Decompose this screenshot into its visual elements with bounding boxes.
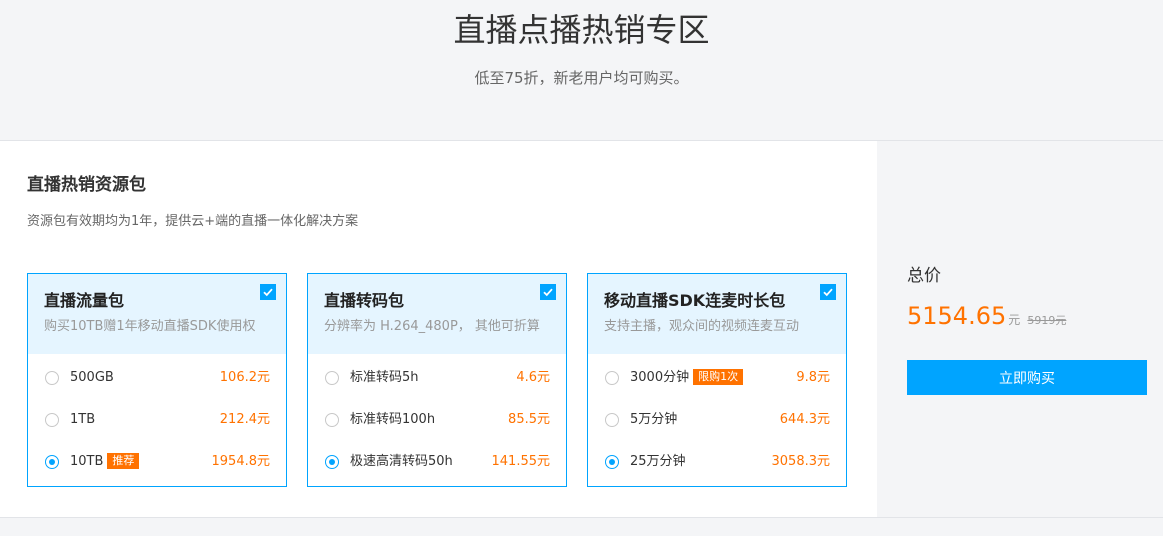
option-label: 3000分钟 限购1次 — [630, 369, 744, 387]
hero-banner: 直播点播热销专区 低至75折，新老用户均可购买。 — [0, 0, 1163, 141]
option-row[interactable]: 10TB 推荐 1954.8元 — [28, 447, 286, 477]
option-row[interactable]: 25万分钟 3058.3元 — [588, 447, 846, 477]
radio-button-selected[interactable] — [325, 455, 339, 469]
card-checkbox[interactable] — [820, 284, 836, 300]
option-label: 标准转码100h — [350, 412, 436, 427]
option-label: 500GB — [70, 370, 114, 385]
total-price: 5154.65 — [907, 302, 1007, 330]
radio-button[interactable] — [605, 371, 619, 385]
radio-button-selected[interactable] — [605, 455, 619, 469]
card-description: 支持主播，观众间的视频连麦互动 — [604, 319, 800, 334]
option-price: 4.6元 — [516, 370, 550, 385]
checkmark-icon — [263, 288, 273, 297]
card-description: 购买10TB赠1年移动直播SDK使用权 — [44, 319, 256, 334]
total-label: 总价 — [907, 266, 941, 286]
option-price: 106.2元 — [219, 370, 270, 385]
option-label: 25万分钟 — [630, 454, 686, 469]
option-price: 141.55元 — [491, 454, 551, 469]
option-price: 644.3元 — [779, 412, 830, 427]
card-header: 直播流量包 购买10TB赠1年移动直播SDK使用权 — [28, 274, 286, 354]
section-title: 直播热销资源包 — [27, 175, 146, 195]
total-price-row: 5154.65 元 5919元 — [907, 301, 1066, 331]
buy-now-button[interactable]: 立即购买 — [907, 360, 1147, 395]
card-checkbox[interactable] — [260, 284, 276, 300]
page-subtitle: 低至75折，新老用户均可购买。 — [474, 69, 689, 87]
option-row[interactable]: 5万分钟 644.3元 — [588, 405, 846, 435]
divider — [0, 517, 1163, 518]
checkmark-icon — [543, 288, 553, 297]
option-row[interactable]: 1TB 212.4元 — [28, 405, 286, 435]
card-title: 移动直播SDK连麦时长包 — [604, 291, 786, 310]
card-header: 直播转码包 分辨率为 H.264_480P， 其他可折算 — [308, 274, 566, 354]
option-price: 85.5元 — [508, 412, 550, 427]
option-label: 标准转码5h — [350, 370, 419, 385]
option-label: 10TB 推荐 — [70, 453, 140, 471]
option-row[interactable]: 标准转码5h 4.6元 — [308, 363, 566, 393]
option-label: 极速高清转码50h — [350, 454, 453, 469]
order-summary: 总价 5154.65 元 5919元 立即购买 — [877, 141, 1163, 517]
option-price: 1954.8元 — [211, 454, 271, 469]
option-price: 3058.3元 — [771, 454, 831, 469]
package-card-sdk[interactable]: 移动直播SDK连麦时长包 支持主播，观众间的视频连麦互动 3000分钟 限购1次 … — [587, 273, 847, 487]
package-card-traffic[interactable]: 直播流量包 购买10TB赠1年移动直播SDK使用权 500GB 106.2元 1… — [27, 273, 287, 487]
limit-badge: 限购1次 — [693, 369, 744, 385]
option-row[interactable]: 3000分钟 限购1次 9.8元 — [588, 363, 846, 393]
checkmark-icon — [823, 288, 833, 297]
card-header: 移动直播SDK连麦时长包 支持主播，观众间的视频连麦互动 — [588, 274, 846, 354]
package-card-transcode[interactable]: 直播转码包 分辨率为 H.264_480P， 其他可折算 标准转码5h 4.6元… — [307, 273, 567, 487]
option-label: 1TB — [70, 412, 96, 427]
card-title: 直播转码包 — [324, 291, 405, 310]
card-description: 分辨率为 H.264_480P， 其他可折算 — [324, 319, 540, 334]
radio-button[interactable] — [45, 371, 59, 385]
section-description: 资源包有效期均为1年，提供云+端的直播一体化解决方案 — [27, 214, 359, 229]
option-price: 212.4元 — [219, 412, 270, 427]
card-checkbox[interactable] — [540, 284, 556, 300]
radio-button[interactable] — [325, 371, 339, 385]
option-row[interactable]: 极速高清转码50h 141.55元 — [308, 447, 566, 477]
radio-button-selected[interactable] — [45, 455, 59, 469]
page-title: 直播点播热销专区 — [453, 11, 710, 49]
original-price: 5919元 — [1027, 314, 1067, 327]
currency-unit: 元 — [1008, 313, 1021, 327]
option-label: 5万分钟 — [630, 412, 678, 427]
option-row[interactable]: 500GB 106.2元 — [28, 363, 286, 393]
option-price: 9.8元 — [796, 370, 830, 385]
card-title: 直播流量包 — [44, 291, 125, 310]
radio-button[interactable] — [325, 413, 339, 427]
recommend-badge: 推荐 — [107, 453, 140, 469]
package-section: 直播热销资源包 资源包有效期均为1年，提供云+端的直播一体化解决方案 直播流量包… — [0, 141, 877, 517]
radio-button[interactable] — [45, 413, 59, 427]
radio-button[interactable] — [605, 413, 619, 427]
option-row[interactable]: 标准转码100h 85.5元 — [308, 405, 566, 435]
